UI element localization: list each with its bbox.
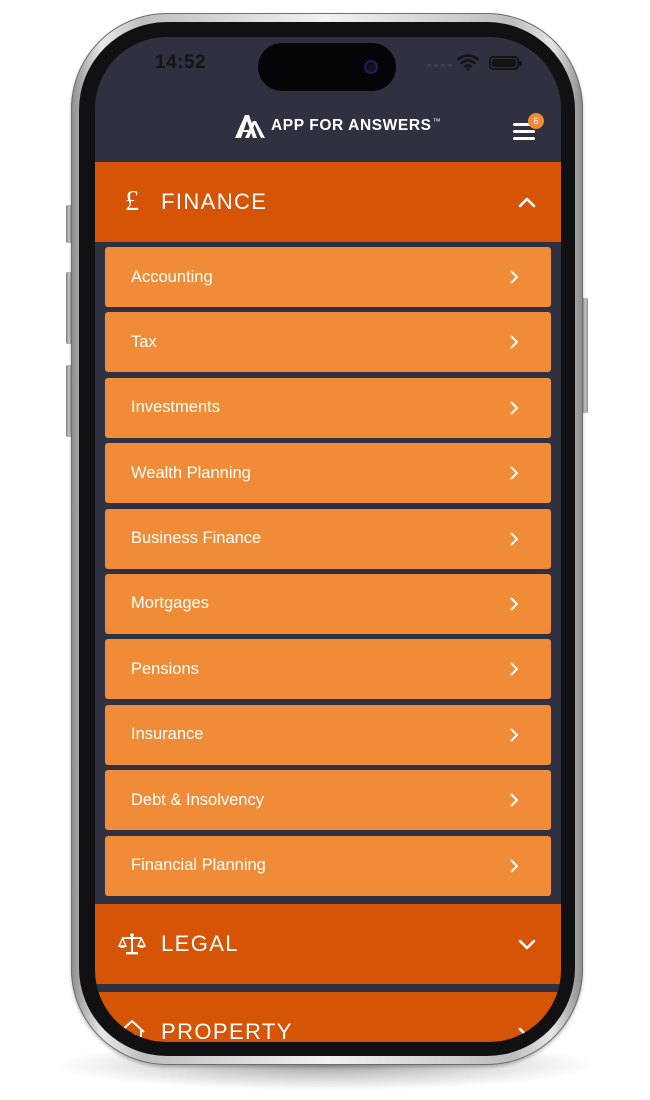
chevron-down-icon	[518, 939, 536, 949]
list-item-pensions[interactable]: Pensions	[105, 639, 551, 700]
chevron-right-icon	[510, 335, 518, 349]
list-item-label: Accounting	[131, 267, 213, 286]
app-header: APP FOR ANSWERS ™ 6	[95, 107, 561, 162]
brand-name: APP FOR ANSWERS	[271, 117, 432, 134]
scales-of-justice-icon	[117, 932, 147, 954]
phone-screen: 14:52 APP FOR ANSWERS ™ 6 £ FINANCE Acco…	[95, 37, 561, 1042]
list-item-label: Mortgages	[131, 594, 209, 613]
chevron-right-icon	[510, 859, 518, 873]
trademark-symbol: ™	[432, 116, 441, 126]
list-item-label: Debt & Insolvency	[131, 790, 264, 809]
wifi-icon	[457, 54, 479, 71]
chevron-right-icon	[510, 401, 518, 415]
list-item-label: Business Finance	[131, 529, 262, 548]
category-separator	[95, 983, 561, 992]
category-title: FINANCE	[161, 189, 268, 214]
list-item-insurance[interactable]: Insurance	[105, 704, 551, 765]
category-title: LEGAL	[161, 930, 239, 956]
chevron-right-icon	[510, 728, 518, 742]
category-header-property[interactable]: PROPERTY	[95, 991, 561, 1042]
dynamic-island	[258, 43, 396, 91]
hamburger-menu-button[interactable]: 6	[511, 113, 544, 143]
list-item-financial-planning[interactable]: Financial Planning	[105, 835, 551, 896]
pound-sign-icon: £	[125, 186, 139, 217]
list-item-label: Wealth Planning	[131, 463, 251, 482]
chevron-down-icon	[518, 1027, 536, 1037]
list-item-label: Investments	[131, 398, 220, 417]
list-item-debt-insolvency[interactable]: Debt & Insolvency	[105, 770, 551, 831]
list-item-business-finance[interactable]: Business Finance	[105, 508, 551, 569]
list-item-wealth-planning[interactable]: Wealth Planning	[105, 443, 551, 504]
finance-subcategory-list: Accounting Tax Investments Wealth Planni…	[95, 242, 561, 904]
status-time: 14:52	[155, 52, 207, 73]
category-title: PROPERTY	[161, 1018, 293, 1042]
chevron-up-icon	[518, 197, 536, 208]
chevron-right-icon	[510, 466, 518, 480]
list-item-mortgages[interactable]: Mortgages	[105, 573, 551, 634]
chevron-right-icon	[510, 532, 518, 546]
category-header-legal[interactable]: LEGAL	[95, 903, 561, 984]
list-item-accounting[interactable]: Accounting	[105, 247, 551, 307]
chevron-right-icon	[510, 597, 518, 611]
list-item-label: Financial Planning	[131, 856, 266, 875]
chevron-right-icon	[510, 662, 518, 676]
category-accordion: £ FINANCE Accounting Tax Investments Wea…	[95, 162, 561, 1042]
brand[interactable]: APP FOR ANSWERS ™	[233, 111, 441, 141]
battery-icon	[489, 56, 522, 70]
chevron-right-icon	[510, 793, 518, 807]
list-item-label: Tax	[131, 332, 157, 351]
notification-badge: 6	[528, 113, 544, 129]
front-camera	[364, 60, 378, 74]
aa-monogram-logo	[235, 115, 265, 138]
list-item-label: Insurance	[131, 725, 204, 744]
status-bar: 14:52	[95, 37, 561, 107]
category-header-finance[interactable]: £ FINANCE	[95, 162, 561, 242]
cellular-signal-icon	[427, 64, 452, 67]
list-item-label: Pensions	[131, 659, 199, 678]
chevron-right-icon	[510, 270, 518, 284]
house-icon	[119, 1019, 145, 1042]
list-item-investments[interactable]: Investments	[105, 377, 551, 438]
list-item-tax[interactable]: Tax	[105, 312, 551, 373]
